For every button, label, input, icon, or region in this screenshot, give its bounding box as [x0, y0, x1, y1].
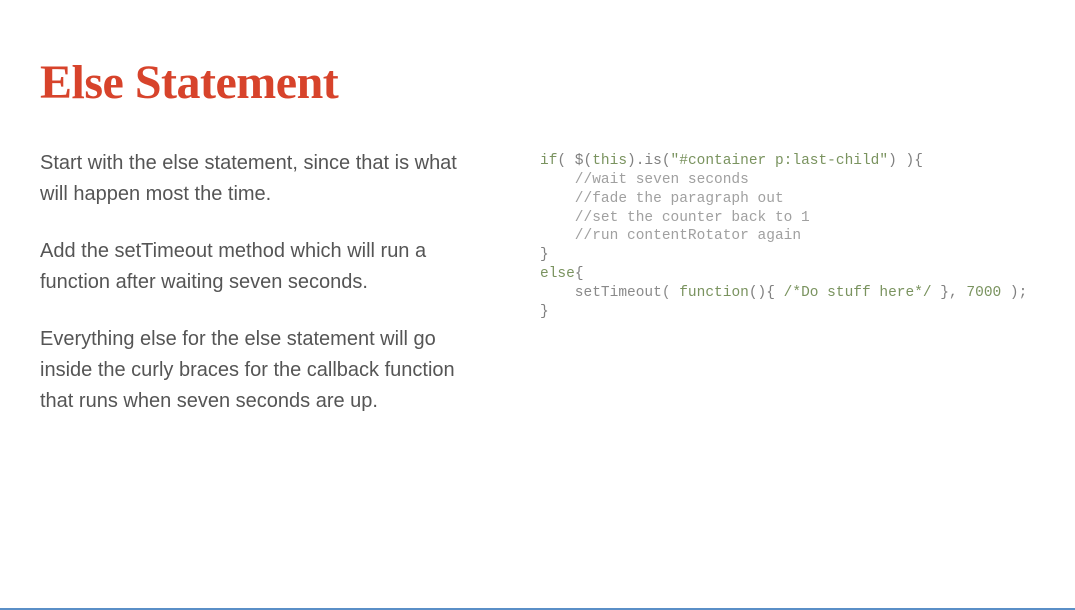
code-brace: {	[575, 266, 584, 282]
code-keyword-this: this	[592, 153, 627, 169]
code-comment: //set the counter back to 1	[540, 210, 810, 226]
code-string: "#container p:last-child"	[671, 153, 889, 169]
code-punct: ) ){	[888, 153, 923, 169]
code-brace: }	[540, 304, 549, 320]
code-punct: );	[1001, 285, 1027, 301]
code-number: 7000	[966, 285, 1001, 301]
slide-title: Else Statement	[40, 55, 1035, 110]
code-punct: (){	[749, 285, 784, 301]
code-punct: },	[932, 285, 967, 301]
code-comment: //run contentRotator again	[540, 228, 801, 244]
code-punct: ( $(	[557, 153, 592, 169]
code-brace: }	[540, 247, 549, 263]
code-punct: ).is(	[627, 153, 671, 169]
code-comment: //fade the paragraph out	[540, 191, 784, 207]
code-column: if( $(this).is("#container p:last-child"…	[540, 148, 1035, 443]
paragraph-1: Start with the else statement, since tha…	[40, 148, 490, 210]
paragraph-2: Add the setTimeout method which will run…	[40, 236, 490, 298]
code-snippet: if( $(this).is("#container p:last-child"…	[540, 152, 1035, 322]
code-block-comment: /*Do stuff here*/	[784, 285, 932, 301]
slide-content: Start with the else statement, since tha…	[40, 148, 1035, 443]
description-column: Start with the else statement, since tha…	[40, 148, 490, 443]
code-keyword-function: function	[679, 285, 749, 301]
code-keyword-else: else	[540, 266, 575, 282]
code-comment: //wait seven seconds	[540, 172, 749, 188]
code-call: setTimeout(	[540, 285, 679, 301]
paragraph-3: Everything else for the else statement w…	[40, 324, 490, 417]
code-keyword-if: if	[540, 153, 557, 169]
